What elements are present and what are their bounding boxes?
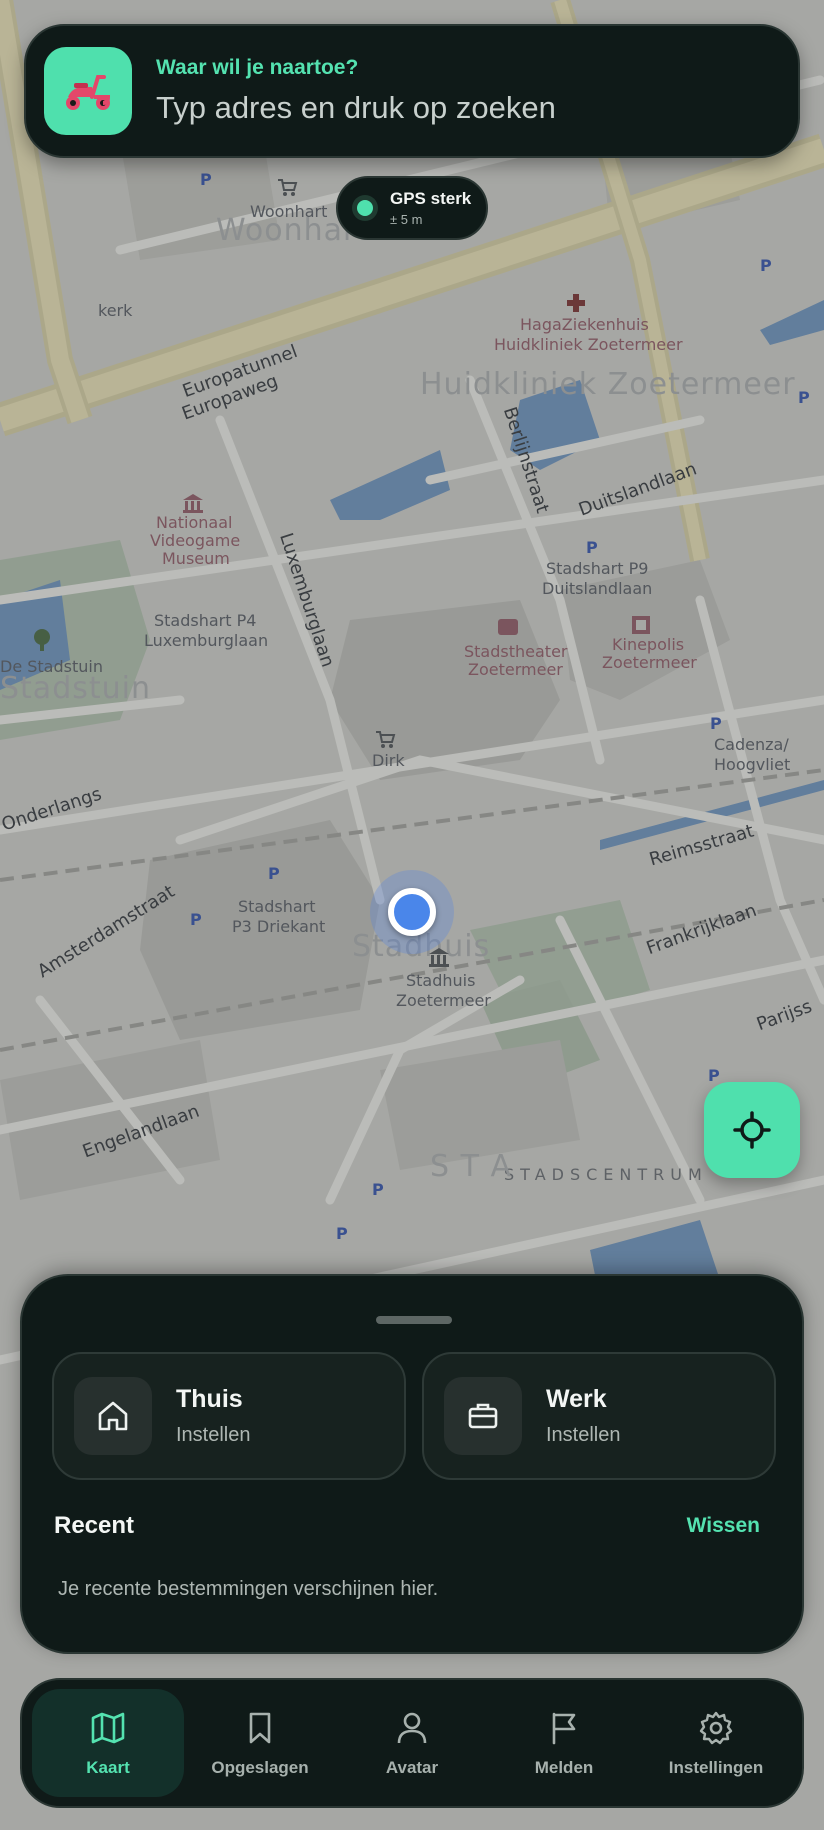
recent-empty-message: Je recente bestemmingen verschijnen hier… [58, 1578, 439, 1600]
map-label-stadstuin-big: Stadstuin [0, 671, 151, 706]
map-label-cadenza: Cadenza/ [714, 735, 789, 754]
current-location-marker [388, 888, 436, 936]
map-label-nationaal: Nationaal [156, 513, 233, 532]
home-shortcut-card[interactable]: Thuis Instellen [52, 1352, 406, 1480]
tree-icon [34, 629, 50, 651]
recenter-location-button[interactable] [704, 1082, 800, 1178]
map-label-stadshart-p4: Stadshart P4 [154, 611, 257, 630]
map-label-hagaziekenhuis: HagaZiekenhuis [520, 315, 649, 334]
map-label-stadscentrum: STADSCENTRUM [504, 1165, 708, 1184]
search-bar[interactable]: Waar wil je naartoe? Typ adres en druk o… [24, 24, 800, 158]
work-subtitle: Instellen [546, 1424, 621, 1446]
nav-item-melden[interactable]: Melden [488, 1689, 640, 1797]
destinations-sheet: Thuis Instellen Werk Instellen Recent Wi… [20, 1274, 804, 1654]
gps-status-text: GPS sterk [390, 189, 472, 208]
briefcase-icon [468, 1403, 498, 1429]
museum-icon [183, 494, 203, 513]
map-label-hoogvliet: Hoogvliet [714, 755, 791, 774]
shopping-cart-icon [278, 179, 298, 196]
map-label-stadshart-p9: Stadshart P9 [546, 559, 649, 578]
home-icon [98, 1401, 128, 1431]
parking-marker: P [190, 910, 202, 929]
shopping-cart-icon [376, 731, 396, 748]
work-shortcut-card[interactable]: Werk Instellen [422, 1352, 776, 1480]
parking-marker: P [586, 538, 598, 557]
flag-icon [552, 1712, 576, 1745]
clear-recent-button[interactable]: Wissen [687, 1514, 760, 1538]
gps-status-pill: GPS sterk ± 5 m [336, 176, 488, 240]
crosshair-icon [733, 1111, 771, 1149]
map-label-stadscentrum-big: S T A [430, 1149, 512, 1184]
sheet-drag-handle[interactable] [376, 1316, 452, 1324]
gear-icon [699, 1711, 733, 1745]
scooter-icon [66, 75, 111, 110]
search-input[interactable]: Typ adres en druk op zoeken [156, 90, 556, 126]
parking-marker: P [760, 256, 772, 275]
nav-label-kaart: Kaart [86, 1758, 130, 1777]
nav-item-opgeslagen[interactable]: Opgeslagen [184, 1689, 336, 1797]
nav-label-avatar: Avatar [385, 1758, 439, 1777]
bottom-navigation: Kaart Opgeslagen Avatar Melden Instellin… [20, 1678, 804, 1808]
work-icon-tile [444, 1377, 522, 1455]
map-label-kerk: kerk [98, 301, 133, 320]
user-icon [397, 1712, 427, 1744]
parking-marker: P [710, 714, 722, 733]
parking-marker: P [200, 170, 212, 189]
map-icon [91, 1712, 125, 1744]
map-label-videogame: Videogame [150, 531, 241, 550]
map-label-stadshart-p9-sub: Duitslandlaan [542, 579, 653, 598]
parking-marker: P [798, 388, 810, 407]
map-label-dirk: Dirk [372, 751, 405, 770]
nav-item-avatar[interactable]: Avatar [336, 1689, 488, 1797]
map-label-kinepolis: Kinepolis [612, 635, 685, 654]
parking-marker: P [336, 1224, 348, 1243]
bookmark-icon [249, 1712, 271, 1744]
home-icon-tile [74, 1377, 152, 1455]
cinema-icon [632, 616, 650, 634]
map-label-huidkliniek-big: Huidkliniek Zoetermeer [420, 367, 796, 402]
nav-label-melden: Melden [534, 1758, 594, 1777]
hospital-icon [567, 294, 585, 312]
map-label-huidkliniek: Huidkliniek Zoetermeer [494, 335, 683, 354]
nav-label-opgeslagen: Opgeslagen [211, 1758, 309, 1777]
search-heading: Waar wil je naartoe? [156, 56, 359, 79]
home-title: Thuis [176, 1385, 243, 1413]
gps-indicator-dot [352, 195, 378, 221]
map-label-stadstheater: Stadstheater [464, 642, 568, 661]
map-label-stadstheater-sub: Zoetermeer [468, 660, 563, 679]
recent-heading: Recent [54, 1512, 135, 1539]
map-label-stadhuis: Stadhuis [406, 971, 476, 990]
map-label-stadhuis-sub: Zoetermeer [396, 991, 491, 1010]
parking-marker: P [372, 1180, 384, 1199]
map-label-museum: Museum [162, 549, 230, 568]
work-title: Werk [546, 1385, 607, 1413]
map-label-stadshart-p4-sub: Luxemburglaan [144, 631, 269, 650]
gps-accuracy-text: ± 5 m [390, 212, 423, 227]
nav-item-kaart[interactable]: Kaart [32, 1689, 184, 1797]
map-label-stadshart-p3-sub: P3 Driekant [232, 917, 326, 936]
nav-label-instellingen: Instellingen [668, 1758, 764, 1777]
theater-icon [498, 619, 518, 635]
map-label-stadshart-p3: Stadshart [238, 897, 316, 916]
nav-item-instellingen[interactable]: Instellingen [640, 1689, 792, 1797]
parking-marker: P [268, 864, 280, 883]
home-subtitle: Instellen [176, 1424, 251, 1446]
scooter-badge [44, 47, 132, 135]
map-label-kinepolis-sub: Zoetermeer [602, 653, 697, 672]
parking-marker: P [708, 1066, 720, 1085]
